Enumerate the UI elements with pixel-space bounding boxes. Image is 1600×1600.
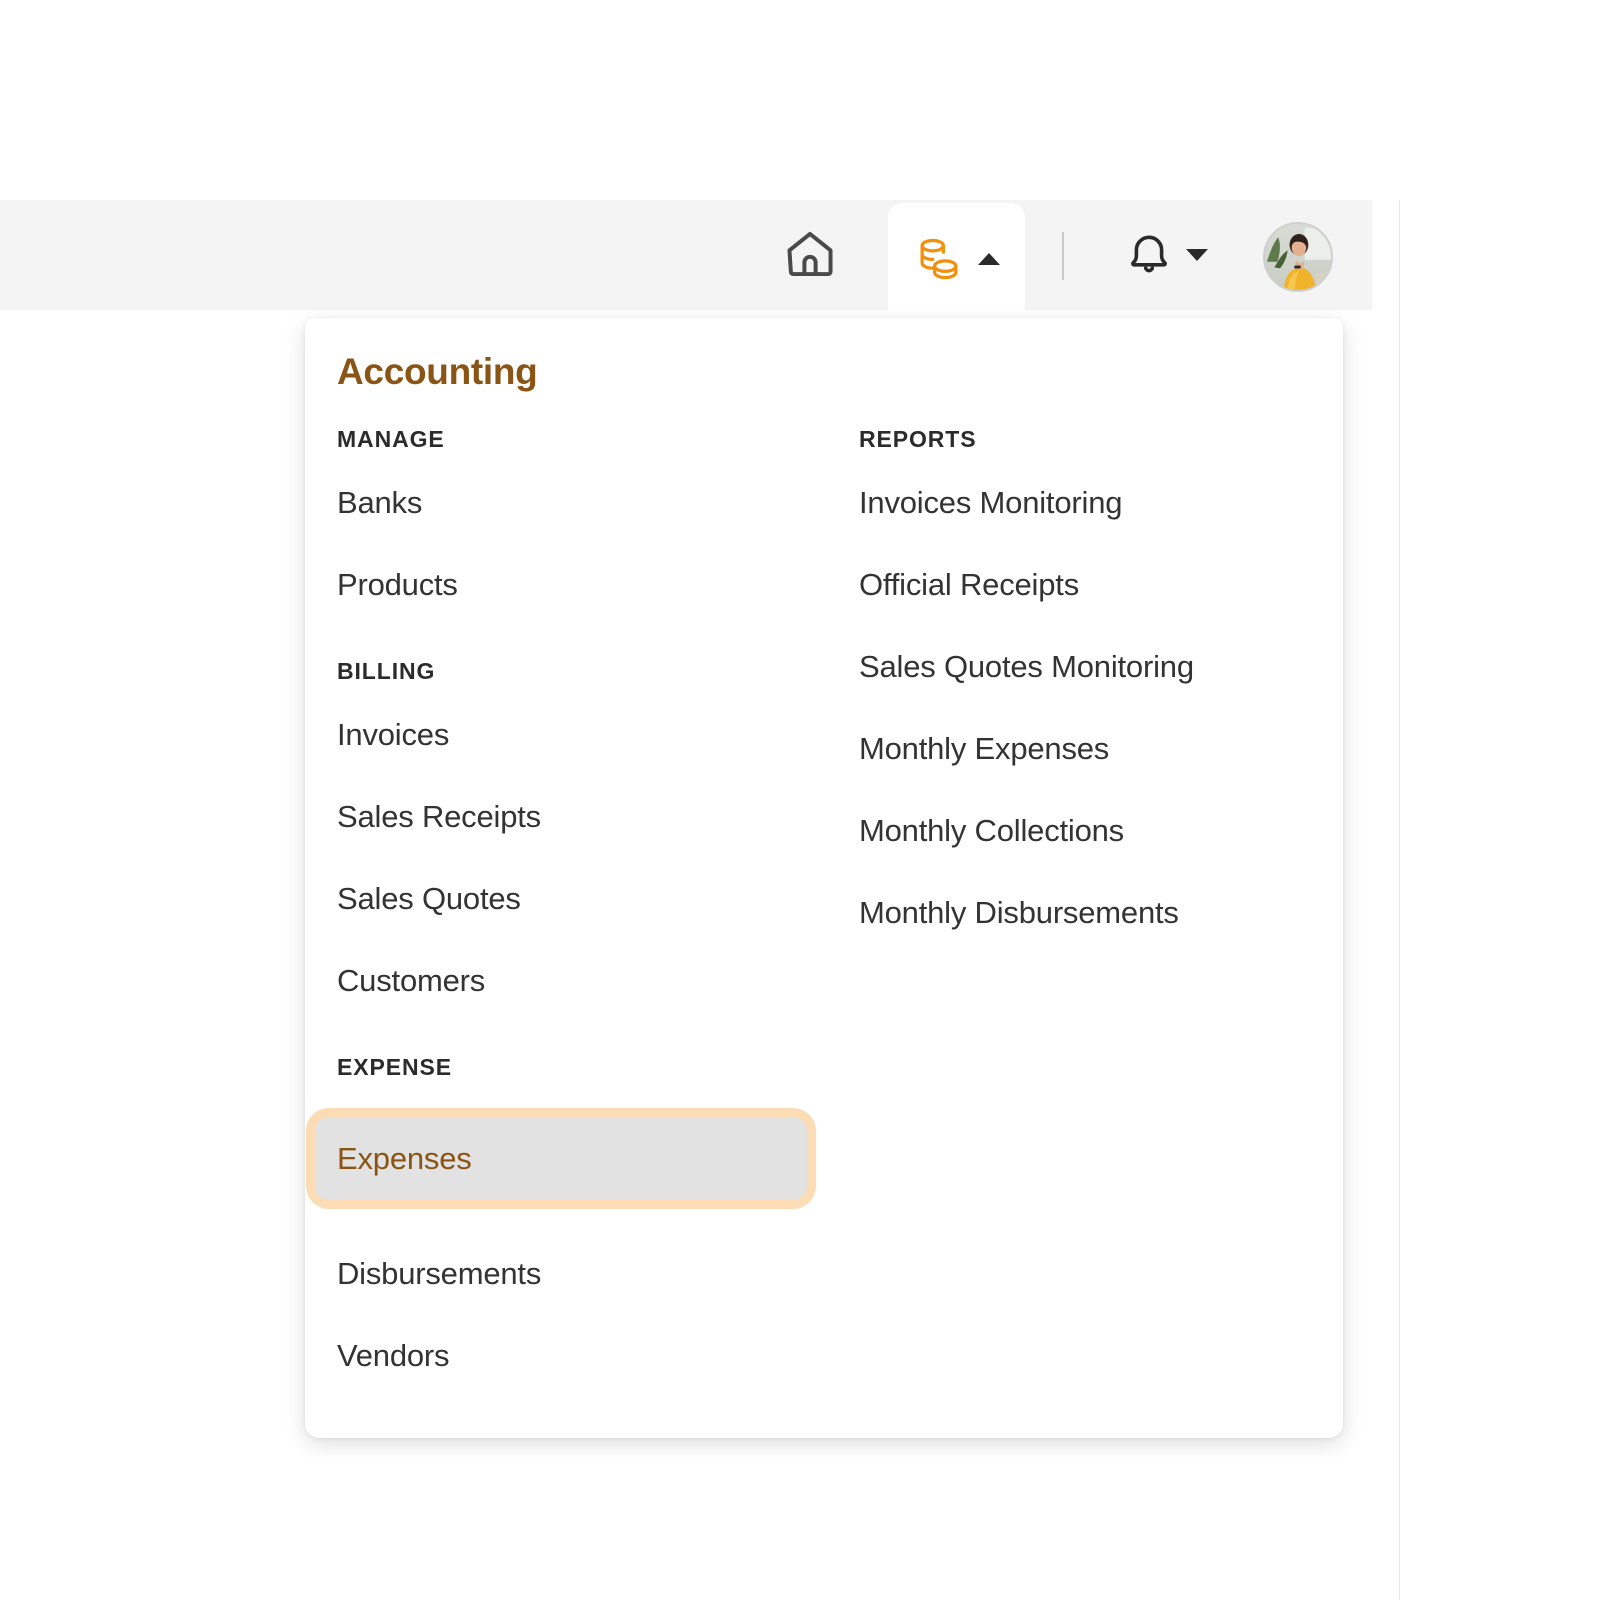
caret-down-icon[interactable]: [1186, 249, 1208, 261]
menu-item-products[interactable]: Products: [337, 563, 833, 606]
menu-item-monthly-disbursements[interactable]: Monthly Disbursements: [859, 891, 1333, 934]
home-icon: [782, 226, 838, 287]
menu-item-sales-quotes[interactable]: Sales Quotes: [337, 877, 833, 920]
menu-column-right: REPORTS Invoices Monitoring Official Rec…: [833, 426, 1333, 1377]
group-label-manage: MANAGE: [337, 426, 445, 452]
menu-group-reports: REPORTS Invoices Monitoring Official Rec…: [859, 426, 1333, 934]
menu-item-expenses[interactable]: Expenses: [315, 1117, 807, 1200]
page-boundary-line: [1399, 200, 1400, 1600]
menu-group-expense: EXPENSE Expenses Disbursements Vendors: [315, 1054, 833, 1377]
group-label-expense: EXPENSE: [337, 1054, 452, 1080]
header-divider: [1062, 232, 1064, 280]
group-label-reports: REPORTS: [859, 426, 977, 452]
menu-columns: MANAGE Banks Products BILLING Invoices S…: [305, 426, 1343, 1377]
accounting-dropdown-panel: Accounting MANAGE Banks Products BILLING…: [305, 318, 1343, 1438]
menu-item-customers[interactable]: Customers: [337, 959, 833, 1002]
screen-root: Accounting MANAGE Banks Products BILLING…: [0, 0, 1600, 1600]
caret-up-icon: [977, 253, 1000, 265]
notifications-button[interactable]: [1118, 226, 1180, 286]
menu-item-invoices[interactable]: Invoices: [337, 713, 833, 756]
menu-group-billing: BILLING Invoices Sales Receipts Sales Qu…: [337, 658, 833, 1002]
group-label-billing: BILLING: [337, 658, 436, 684]
panel-title: Accounting: [337, 351, 538, 392]
home-button[interactable]: [775, 225, 845, 287]
menu-item-vendors[interactable]: Vendors: [337, 1334, 833, 1377]
menu-item-monthly-expenses[interactable]: Monthly Expenses: [859, 727, 1333, 770]
menu-item-banks[interactable]: Banks: [337, 481, 833, 524]
menu-column-left: MANAGE Banks Products BILLING Invoices S…: [305, 426, 833, 1377]
menu-item-invoices-monitoring[interactable]: Invoices Monitoring: [859, 481, 1333, 524]
menu-item-sales-receipts[interactable]: Sales Receipts: [337, 795, 833, 838]
menu-group-manage: MANAGE Banks Products: [337, 426, 833, 606]
menu-item-disbursements[interactable]: Disbursements: [337, 1252, 833, 1295]
avatar-image: [1265, 224, 1331, 290]
menu-item-monthly-collections[interactable]: Monthly Collections: [859, 809, 1333, 852]
tab-accounting[interactable]: [888, 203, 1025, 315]
coins-icon: [914, 234, 964, 284]
avatar[interactable]: [1263, 222, 1333, 292]
bell-icon: [1122, 227, 1176, 286]
menu-item-sales-quotes-monitoring[interactable]: Sales Quotes Monitoring: [859, 645, 1333, 688]
menu-item-official-receipts[interactable]: Official Receipts: [859, 563, 1333, 606]
